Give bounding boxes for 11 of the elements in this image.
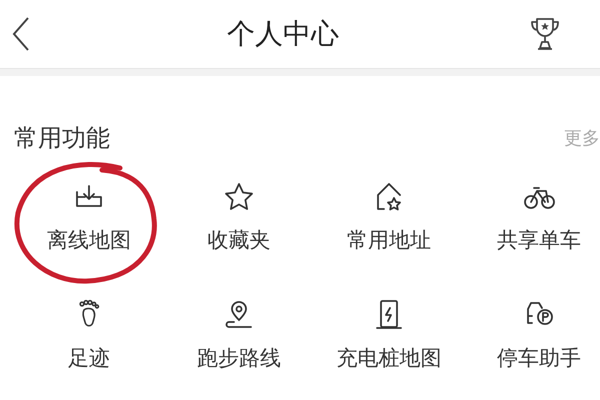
section-title: 常用功能	[14, 123, 110, 154]
shortcut-item[interactable]: 跑步路线	[197, 298, 281, 372]
shortcut-item[interactable]: 离线地图	[47, 180, 131, 254]
shortcut-item[interactable]: 常用地址	[347, 180, 431, 254]
shortcut-item[interactable]: 收藏夹	[208, 180, 270, 254]
shortcut-item[interactable]: 足迹	[68, 298, 110, 372]
shortcut-item[interactable]: 停车助手	[497, 298, 581, 372]
trophy-icon[interactable]	[530, 16, 560, 52]
shortcut-item[interactable]: 共享单车	[497, 180, 581, 254]
shortcut-item[interactable]: 充电桩地图	[336, 298, 442, 372]
page-title: 个人中心	[227, 16, 339, 52]
